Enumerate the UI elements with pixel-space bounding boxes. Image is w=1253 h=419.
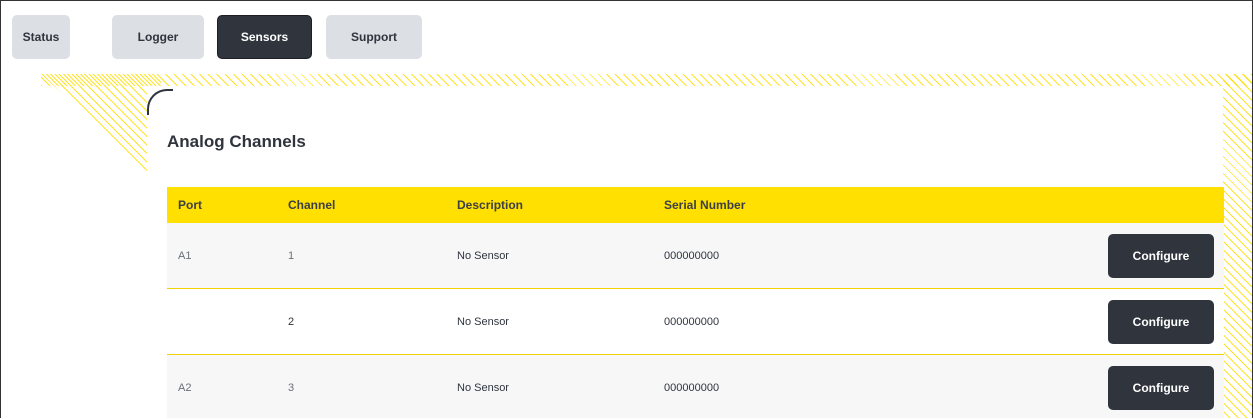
cell-channel: 2 [288,315,295,328]
decorative-hatch-left [41,74,161,184]
configure-button[interactable]: Configure [1108,299,1214,344]
app-frame: Status Logger Sensors Support Analog Cha… [0,0,1253,418]
table-row: A1 1 No Sensor 000000000 Configure [167,223,1224,289]
cell-description: No Sensor [457,382,509,394]
cell-description: No Sensor [457,315,509,328]
cell-description: No Sensor [457,249,509,262]
header-description: Description [457,198,524,212]
cell-serial-number: 000000000 [664,315,720,328]
table-header: Port Channel Description Serial Number [167,187,1224,223]
cell-serial-number: 000000000 [664,382,720,394]
configure-button[interactable]: Configure [1108,366,1214,410]
section-title: Analog Channels [167,132,306,151]
table-row: 2 No Sensor 000000000 Configure [167,289,1224,355]
tab-status[interactable]: Status [12,15,70,59]
cell-channel: 3 [288,382,295,394]
decorative-hatch-right [1223,74,1252,418]
tab-sensors[interactable]: Sensors [217,15,312,59]
header-port: Port [178,198,202,212]
table-row: A2 3 No Sensor 000000000 Configure [167,355,1224,418]
configure-button[interactable]: Configure [1108,233,1214,278]
cell-channel: 1 [288,249,295,262]
header-serial-number: Serial Number [664,198,746,212]
decorative-hatch-top [41,74,1252,86]
cell-port: A2 [178,382,192,394]
tab-support[interactable]: Support [326,15,422,59]
tab-logger[interactable]: Logger [112,15,204,59]
header-channel: Channel [288,198,336,212]
cell-port: A1 [178,249,192,262]
analog-channels-table: Port Channel Description Serial Number A… [167,187,1224,418]
cell-serial-number: 000000000 [664,249,720,262]
